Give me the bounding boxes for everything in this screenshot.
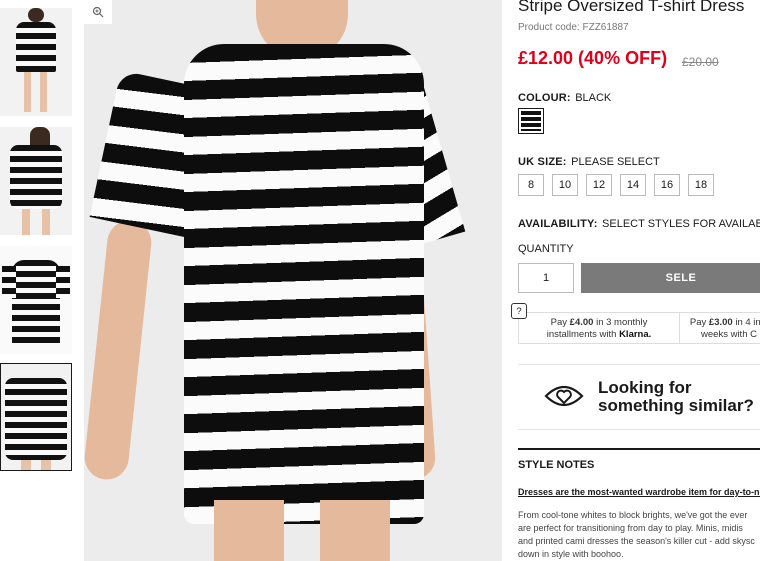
product-info-panel: Stripe Oversized T-shirt Dress Product c… xyxy=(518,0,760,561)
question-icon[interactable]: ? xyxy=(511,303,527,319)
product-code: Product code: FZZ61887 xyxy=(518,22,629,33)
colour-label: COLOUR: xyxy=(518,92,571,104)
main-product-image[interactable] xyxy=(84,0,502,561)
thumbnail-3[interactable] xyxy=(0,246,72,354)
colour-row: COLOUR: BLACK xyxy=(518,88,611,106)
size-option-14[interactable]: 14 xyxy=(620,174,646,196)
availability-label: AVAILABILITY: xyxy=(518,218,598,230)
eye-heart-icon xyxy=(544,385,584,407)
thumbnail-2[interactable] xyxy=(0,127,72,235)
style-notes-body: From cool-tone whites to block brights, … xyxy=(518,510,755,559)
availability-row: AVAILABILITY: SELECT STYLES FOR AVAILABI… xyxy=(518,214,760,232)
add-to-bag-button[interactable]: SELE xyxy=(581,263,760,293)
size-options: 8 10 12 14 16 18 xyxy=(518,174,714,196)
sale-price: £12.00 (40% OFF) xyxy=(518,48,668,68)
find-similar-text: Looking for something similar? xyxy=(598,378,754,415)
product-title: Stripe Oversized T-shirt Dress xyxy=(518,0,745,15)
size-option-12[interactable]: 12 xyxy=(586,174,612,196)
size-option-16[interactable]: 16 xyxy=(654,174,680,196)
thumbnail-4[interactable] xyxy=(0,363,72,471)
find-similar-banner[interactable]: Looking for something similar? xyxy=(518,364,760,430)
zoom-in-icon[interactable] xyxy=(84,0,112,24)
colour-value: BLACK xyxy=(575,92,612,104)
size-option-18[interactable]: 18 xyxy=(688,174,714,196)
original-price: £20.00 xyxy=(682,55,719,69)
size-option-10[interactable]: 10 xyxy=(552,174,578,196)
size-row: UK SIZE: PLEASE SELECT xyxy=(518,152,660,170)
size-option-8[interactable]: 8 xyxy=(518,174,544,196)
klarna-payment-box[interactable]: Pay £4.00 in 3 monthly installments with… xyxy=(518,312,680,344)
quantity-input[interactable]: 1 xyxy=(518,263,574,293)
klarna-logo: Klarna. xyxy=(619,329,652,340)
style-notes-heading[interactable]: STYLE NOTES xyxy=(518,448,760,471)
colour-swatch-black[interactable] xyxy=(518,108,544,134)
quantity-label: QUANTITY xyxy=(518,243,574,255)
size-label: UK SIZE: xyxy=(518,156,567,168)
installment-payment-box[interactable]: Pay £3.00 in 4 inst weeks with C xyxy=(679,312,760,344)
thumbnail-1[interactable] xyxy=(0,8,72,116)
availability-value: SELECT STYLES FOR AVAILABILI xyxy=(602,218,760,230)
size-value: PLEASE SELECT xyxy=(571,156,660,168)
style-notes-link[interactable]: Dresses are the most-wanted wardrobe ite… xyxy=(518,487,760,497)
